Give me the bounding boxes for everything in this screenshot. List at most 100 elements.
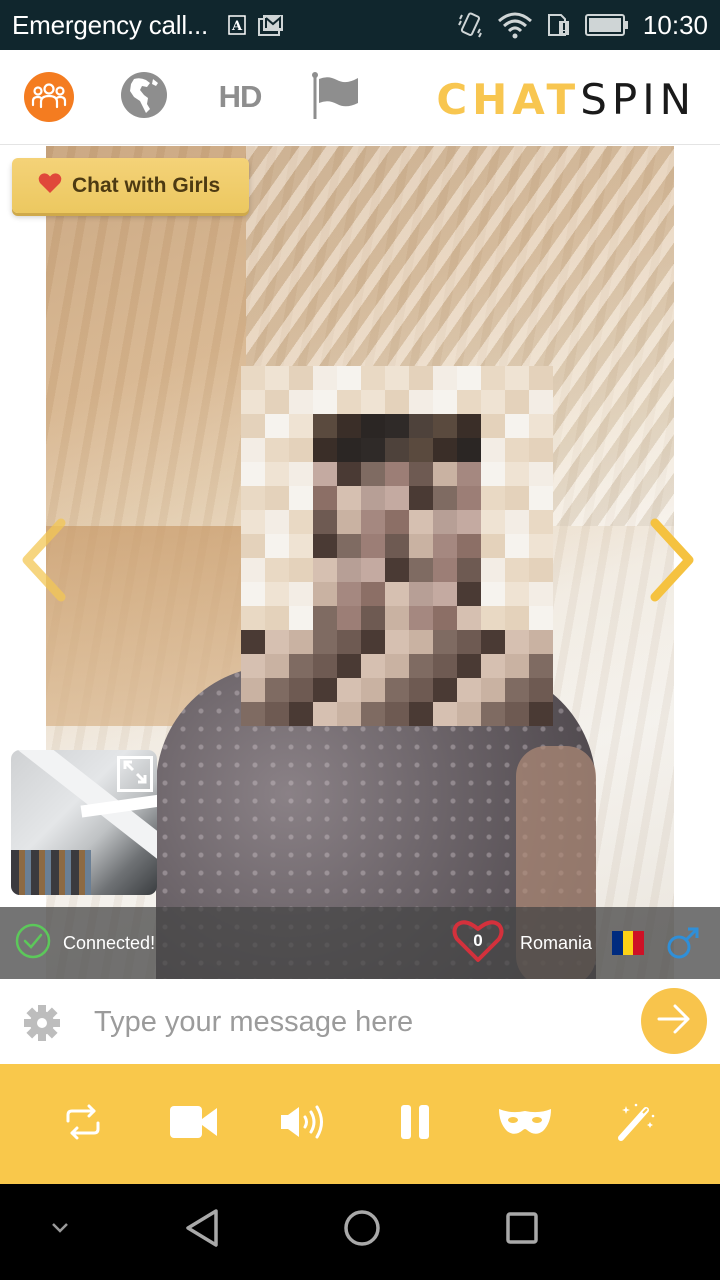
pixel-block bbox=[313, 534, 337, 558]
pixel-block bbox=[289, 486, 313, 510]
pixel-block bbox=[409, 534, 433, 558]
pixel-block bbox=[265, 534, 289, 558]
pixel-block bbox=[457, 582, 481, 606]
send-button[interactable] bbox=[641, 988, 707, 1054]
pixel-block bbox=[337, 486, 361, 510]
recents-square-icon bbox=[504, 1210, 540, 1251]
pixel-block bbox=[505, 462, 529, 486]
pixel-block bbox=[433, 558, 457, 582]
message-input[interactable] bbox=[94, 997, 614, 1047]
pixel-block bbox=[361, 390, 385, 414]
pixel-block bbox=[409, 414, 433, 438]
pause-button[interactable] bbox=[387, 1099, 443, 1149]
pixel-block bbox=[505, 486, 529, 510]
switch-camera-button[interactable] bbox=[55, 1099, 111, 1149]
pixel-block bbox=[433, 654, 457, 678]
pixel-block bbox=[529, 558, 553, 582]
pixel-block bbox=[505, 702, 529, 726]
clock: 10:30 bbox=[642, 9, 708, 40]
pixel-block bbox=[241, 486, 265, 510]
gear-icon[interactable] bbox=[22, 1003, 62, 1043]
pixel-block bbox=[409, 678, 433, 702]
sound-toggle-button[interactable] bbox=[276, 1099, 332, 1149]
pixel-block bbox=[313, 654, 337, 678]
logo-spin: SPIN bbox=[580, 75, 696, 124]
pixel-block bbox=[289, 414, 313, 438]
pixel-block bbox=[481, 630, 505, 654]
pixel-block bbox=[481, 510, 505, 534]
pixel-block bbox=[241, 462, 265, 486]
mask-button[interactable] bbox=[497, 1099, 553, 1149]
font-a-icon: A bbox=[228, 15, 246, 35]
pixel-block bbox=[313, 558, 337, 582]
likes-count: 0 bbox=[473, 931, 483, 950]
pixel-block bbox=[289, 390, 313, 414]
pixel-block bbox=[481, 366, 505, 390]
pixel-block bbox=[457, 654, 481, 678]
nav-hd-button[interactable]: HD bbox=[210, 72, 270, 122]
pixel-block bbox=[433, 510, 457, 534]
pixel-block bbox=[505, 366, 529, 390]
pixel-block bbox=[337, 534, 361, 558]
self-view-video[interactable] bbox=[11, 750, 157, 895]
pixel-block bbox=[385, 678, 409, 702]
pixel-block bbox=[457, 702, 481, 726]
pixel-block bbox=[313, 462, 337, 486]
pixel-block bbox=[385, 606, 409, 630]
next-partner-button[interactable] bbox=[642, 512, 702, 612]
arrow-right-icon bbox=[657, 1004, 691, 1039]
pixel-block bbox=[265, 678, 289, 702]
pixel-block bbox=[529, 486, 553, 510]
nav-globe-button[interactable] bbox=[119, 71, 169, 122]
recents-button[interactable] bbox=[500, 1208, 544, 1252]
pixel-block bbox=[409, 366, 433, 390]
pixel-block bbox=[481, 534, 505, 558]
pixel-block bbox=[265, 414, 289, 438]
pixel-block bbox=[313, 630, 337, 654]
pixel-block bbox=[241, 654, 265, 678]
nav-report-button[interactable] bbox=[310, 71, 360, 122]
pixel-block bbox=[505, 606, 529, 630]
pixel-block bbox=[433, 534, 457, 558]
pixel-block bbox=[265, 582, 289, 606]
pixel-block bbox=[289, 678, 313, 702]
pixel-block bbox=[481, 414, 505, 438]
pixel-block bbox=[457, 534, 481, 558]
pixel-block bbox=[385, 390, 409, 414]
pixel-block bbox=[505, 534, 529, 558]
pixel-block bbox=[529, 366, 553, 390]
expand-self-view-button[interactable] bbox=[117, 756, 153, 792]
pixel-block bbox=[313, 510, 337, 534]
pixel-block bbox=[361, 414, 385, 438]
back-button[interactable] bbox=[180, 1208, 224, 1252]
like-button[interactable]: 0 bbox=[452, 919, 504, 966]
pixel-block bbox=[265, 390, 289, 414]
pixel-block bbox=[361, 654, 385, 678]
pixel-block bbox=[433, 438, 457, 462]
effects-button[interactable] bbox=[608, 1099, 664, 1149]
flag-stripe-blue bbox=[612, 931, 623, 955]
pixel-block bbox=[289, 582, 313, 606]
pixel-block bbox=[241, 438, 265, 462]
pixel-block bbox=[481, 438, 505, 462]
pixel-block bbox=[433, 486, 457, 510]
pixel-block bbox=[289, 510, 313, 534]
pixel-block bbox=[337, 630, 361, 654]
nav-people-button[interactable] bbox=[24, 72, 74, 122]
hide-nav-button[interactable] bbox=[48, 1218, 72, 1242]
status-bar: Emergency call... A 10:30 bbox=[0, 0, 720, 50]
pixel-block bbox=[265, 438, 289, 462]
previous-partner-button[interactable] bbox=[14, 512, 74, 612]
pixel-block bbox=[409, 390, 433, 414]
pixel-block bbox=[265, 366, 289, 390]
chat-with-girls-button[interactable]: Chat with Girls bbox=[12, 158, 249, 213]
pixel-block bbox=[241, 414, 265, 438]
home-button[interactable] bbox=[340, 1208, 384, 1252]
pixel-block bbox=[361, 702, 385, 726]
pixel-block bbox=[457, 510, 481, 534]
check-circle-icon bbox=[15, 923, 51, 964]
pixel-block bbox=[481, 582, 505, 606]
pixel-block bbox=[313, 414, 337, 438]
video-toggle-button[interactable] bbox=[166, 1099, 222, 1149]
pixel-block bbox=[337, 414, 361, 438]
